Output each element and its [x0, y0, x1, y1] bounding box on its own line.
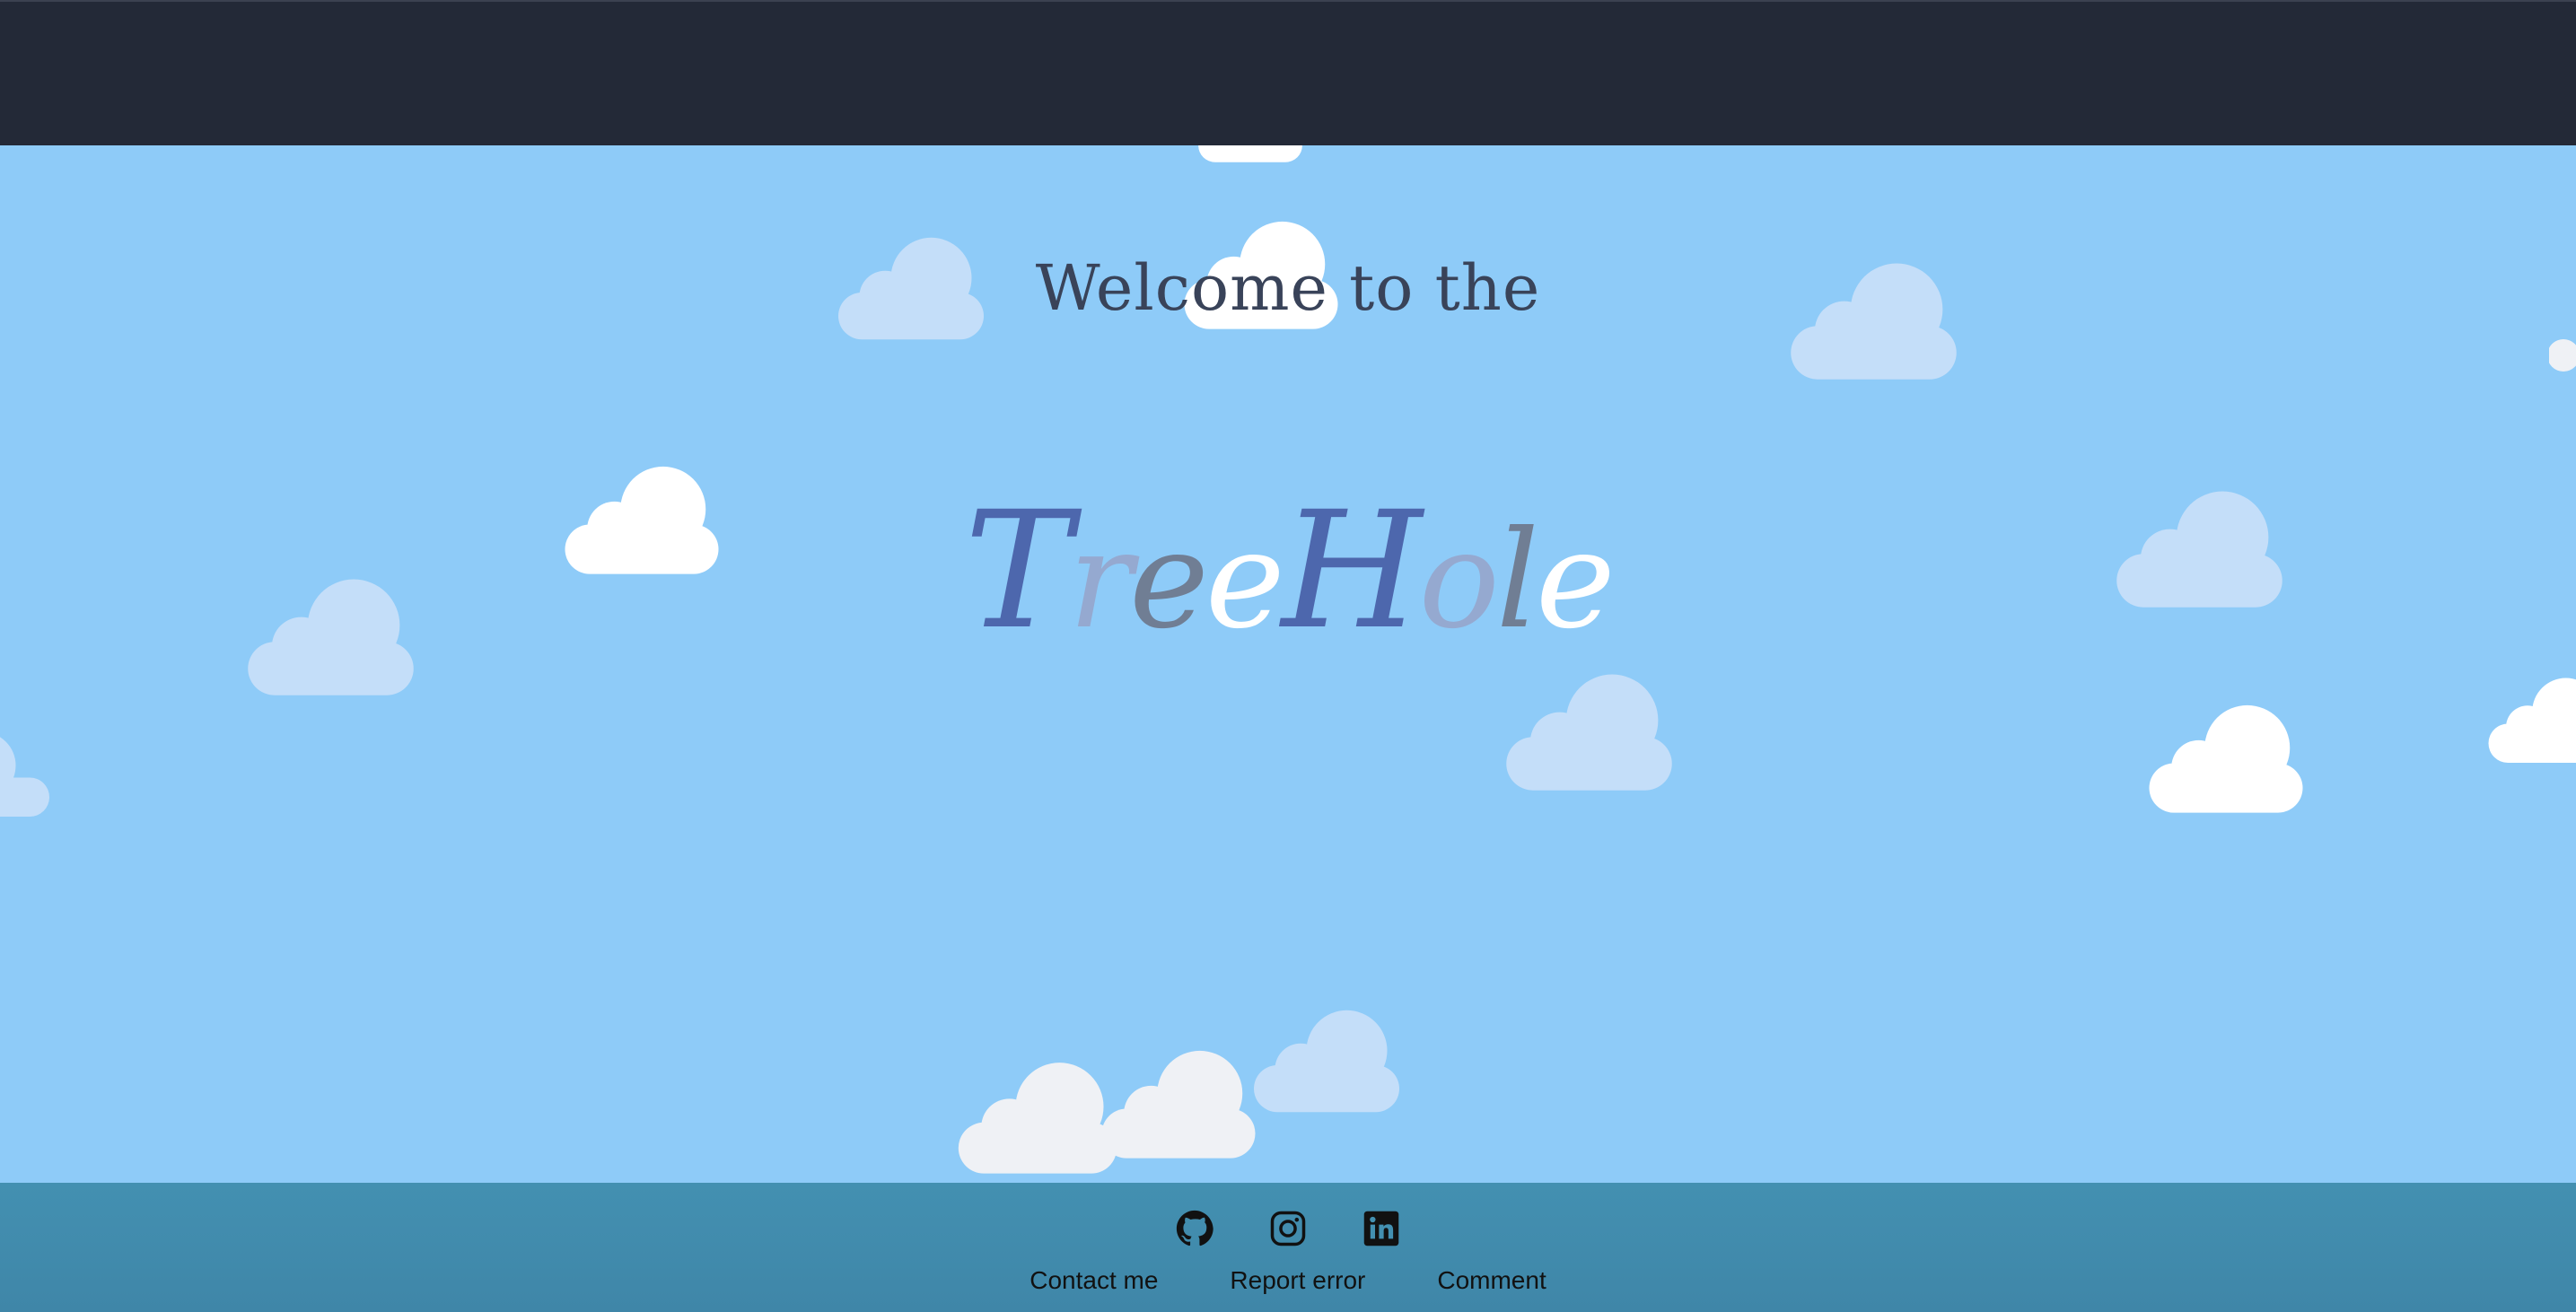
sky-background: Welcome to the TreeHole — [0, 145, 2576, 1183]
cloud-icon — [1497, 662, 1681, 793]
logo-letter: l — [1495, 503, 1539, 659]
linkedin-icon[interactable] — [1362, 1210, 1400, 1247]
report-error-link[interactable]: Report error — [1230, 1266, 1365, 1295]
cloud-icon — [0, 704, 63, 838]
footer: Contact me Report error Comment — [0, 1183, 2576, 1312]
logo-letter: o — [1418, 503, 1500, 659]
treehole-logo: TreeHole — [0, 477, 2576, 665]
logo-letter: H — [1281, 477, 1423, 665]
cloud-icon — [2482, 657, 2576, 777]
cloud-icon — [1183, 145, 1318, 163]
logo-letter: T — [964, 477, 1072, 665]
logo-letter: e — [1205, 503, 1285, 659]
instagram-icon[interactable] — [1269, 1210, 1307, 1247]
cloud-icon — [2549, 325, 2576, 379]
welcome-heading: Welcome to the — [1035, 251, 1541, 325]
footer-links: Contact me Report error Comment — [0, 1266, 2576, 1295]
cloud-icon — [2141, 695, 2311, 815]
logo-letter: e — [1535, 503, 1616, 659]
github-icon[interactable] — [1176, 1210, 1214, 1247]
logo-letter: e — [1129, 503, 1209, 659]
contact-me-link[interactable]: Contact me — [1030, 1266, 1158, 1295]
cloud-icon — [950, 1052, 1126, 1176]
cloud-icon — [1246, 1000, 1407, 1115]
social-icons — [0, 1210, 2576, 1247]
top-navbar — [0, 0, 2576, 145]
comment-link[interactable]: Comment — [1437, 1266, 1546, 1295]
logo-letter: r — [1068, 503, 1133, 659]
